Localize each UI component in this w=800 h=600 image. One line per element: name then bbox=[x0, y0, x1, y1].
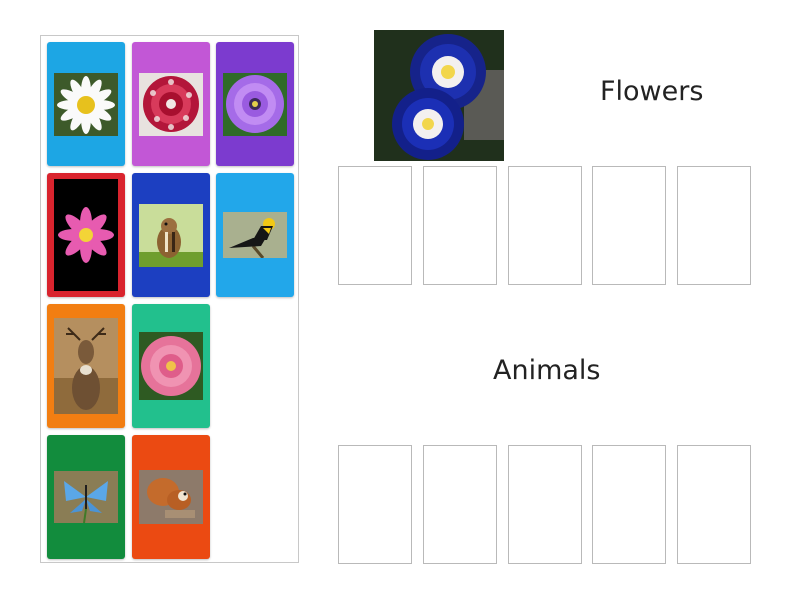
drop-slot-flowers-4[interactable] bbox=[592, 166, 666, 285]
card-red-squirrel[interactable] bbox=[132, 435, 210, 559]
deer-image bbox=[54, 318, 118, 414]
chipmunk-image bbox=[139, 203, 203, 267]
drop-slot-animals-1[interactable] bbox=[338, 445, 412, 564]
card-pink-dahlia[interactable] bbox=[132, 304, 210, 428]
pink-dahlia-image bbox=[139, 332, 203, 400]
butterfly-image bbox=[54, 471, 118, 523]
drop-slot-animals-5[interactable] bbox=[677, 445, 751, 564]
daisy-image bbox=[54, 72, 118, 136]
card-daisy[interactable] bbox=[47, 42, 125, 166]
drop-slot-animals-3[interactable] bbox=[508, 445, 582, 564]
card-deer[interactable] bbox=[47, 304, 125, 428]
group-title-animals: Animals bbox=[493, 355, 601, 386]
card-purple-dahlia[interactable] bbox=[216, 42, 294, 166]
card-blue-butterfly[interactable] bbox=[47, 435, 125, 559]
drop-slot-flowers-3[interactable] bbox=[508, 166, 582, 285]
card-yellow-headed-blackbird[interactable] bbox=[216, 173, 294, 297]
drop-slot-flowers-1[interactable] bbox=[338, 166, 412, 285]
drop-slot-animals-4[interactable] bbox=[592, 445, 666, 564]
card-pink-lotus[interactable] bbox=[47, 173, 125, 297]
drop-slot-flowers-2[interactable] bbox=[423, 166, 497, 285]
flowers-group-image bbox=[374, 30, 504, 161]
purple-dahlia-image bbox=[223, 72, 287, 136]
squirrel-image bbox=[139, 470, 203, 524]
card-red-dahlia[interactable] bbox=[132, 42, 210, 166]
blackbird-image bbox=[223, 212, 287, 258]
pink-lotus-image bbox=[54, 179, 118, 291]
red-dahlia-image bbox=[139, 72, 203, 136]
card-chipmunk[interactable] bbox=[132, 173, 210, 297]
group-title-flowers: Flowers bbox=[600, 76, 704, 107]
drop-slot-flowers-5[interactable] bbox=[677, 166, 751, 285]
drop-slot-animals-2[interactable] bbox=[423, 445, 497, 564]
